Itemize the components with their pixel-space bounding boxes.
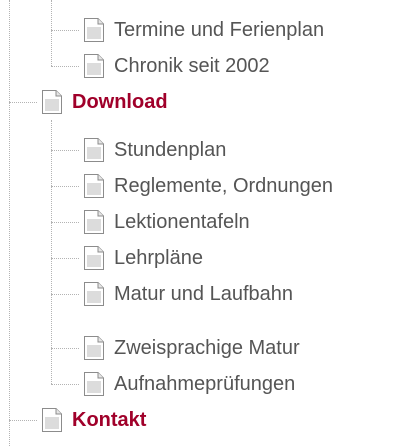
- document-icon: [84, 18, 104, 42]
- document-icon: [84, 210, 104, 234]
- tree-item-stundenplan[interactable]: Stundenplan: [82, 135, 226, 165]
- tree-item-termine-und-ferienplan[interactable]: Termine und Ferienplan: [82, 15, 324, 45]
- tree-item-reglemente-ordnungen[interactable]: Reglemente, Ordnungen: [82, 171, 333, 201]
- tree-line-branch-download: [51, 120, 52, 384]
- tree-item-lektionentafeln[interactable]: Lektionentafeln: [82, 207, 250, 237]
- document-icon: [84, 174, 104, 198]
- tree-line-branch-upper: [51, 0, 52, 66]
- tree-connector: [51, 150, 79, 151]
- document-icon: [42, 90, 62, 114]
- tree-connector: [51, 66, 79, 67]
- tree-item-label: Termine und Ferienplan: [114, 19, 325, 41]
- tree-item-label: Chronik seit 2002: [114, 55, 270, 77]
- navigation-tree: Termine und Ferienplan Chronik seit 2002…: [0, 0, 406, 446]
- tree-connector: [51, 294, 79, 295]
- tree-item-label: Aufnahmeprüfungen: [114, 373, 296, 395]
- tree-line-root: [9, 0, 10, 446]
- tree-item-label: Lektionentafeln: [114, 211, 250, 233]
- tree-connector: [51, 384, 79, 385]
- tree-section-label: Kontakt: [72, 409, 147, 431]
- document-icon: [84, 246, 104, 270]
- tree-item-matur-und-laufbahn[interactable]: Matur und Laufbahn: [82, 279, 293, 309]
- document-icon: [84, 336, 104, 360]
- document-icon: [84, 282, 104, 306]
- tree-item-label: Reglemente, Ordnungen: [114, 175, 334, 197]
- tree-connector: [9, 420, 37, 421]
- tree-item-label: Lehrpläne: [114, 247, 203, 269]
- tree-section-download[interactable]: Download: [40, 87, 168, 117]
- tree-item-lehrplaene[interactable]: Lehrpläne: [82, 243, 203, 273]
- document-icon: [84, 138, 104, 162]
- document-icon: [42, 408, 62, 432]
- tree-connector: [51, 258, 79, 259]
- document-icon: [84, 372, 104, 396]
- tree-connector: [9, 102, 37, 103]
- tree-section-kontakt[interactable]: Kontakt: [40, 405, 146, 435]
- document-icon: [84, 54, 104, 78]
- tree-item-zweisprachige-matur[interactable]: Zweisprachige Matur: [82, 333, 300, 363]
- tree-item-label: Matur und Laufbahn: [114, 283, 294, 305]
- tree-connector: [51, 348, 79, 349]
- tree-connector: [51, 222, 79, 223]
- tree-item-label: Stundenplan: [114, 139, 227, 161]
- tree-connector: [51, 186, 79, 187]
- tree-section-label: Download: [72, 91, 168, 113]
- tree-item-aufnahmepruefungen[interactable]: Aufnahmeprüfungen: [82, 369, 295, 399]
- tree-item-chronik-seit-2002[interactable]: Chronik seit 2002: [82, 51, 270, 81]
- tree-connector: [51, 30, 79, 31]
- tree-item-label: Zweisprachige Matur: [114, 337, 300, 359]
